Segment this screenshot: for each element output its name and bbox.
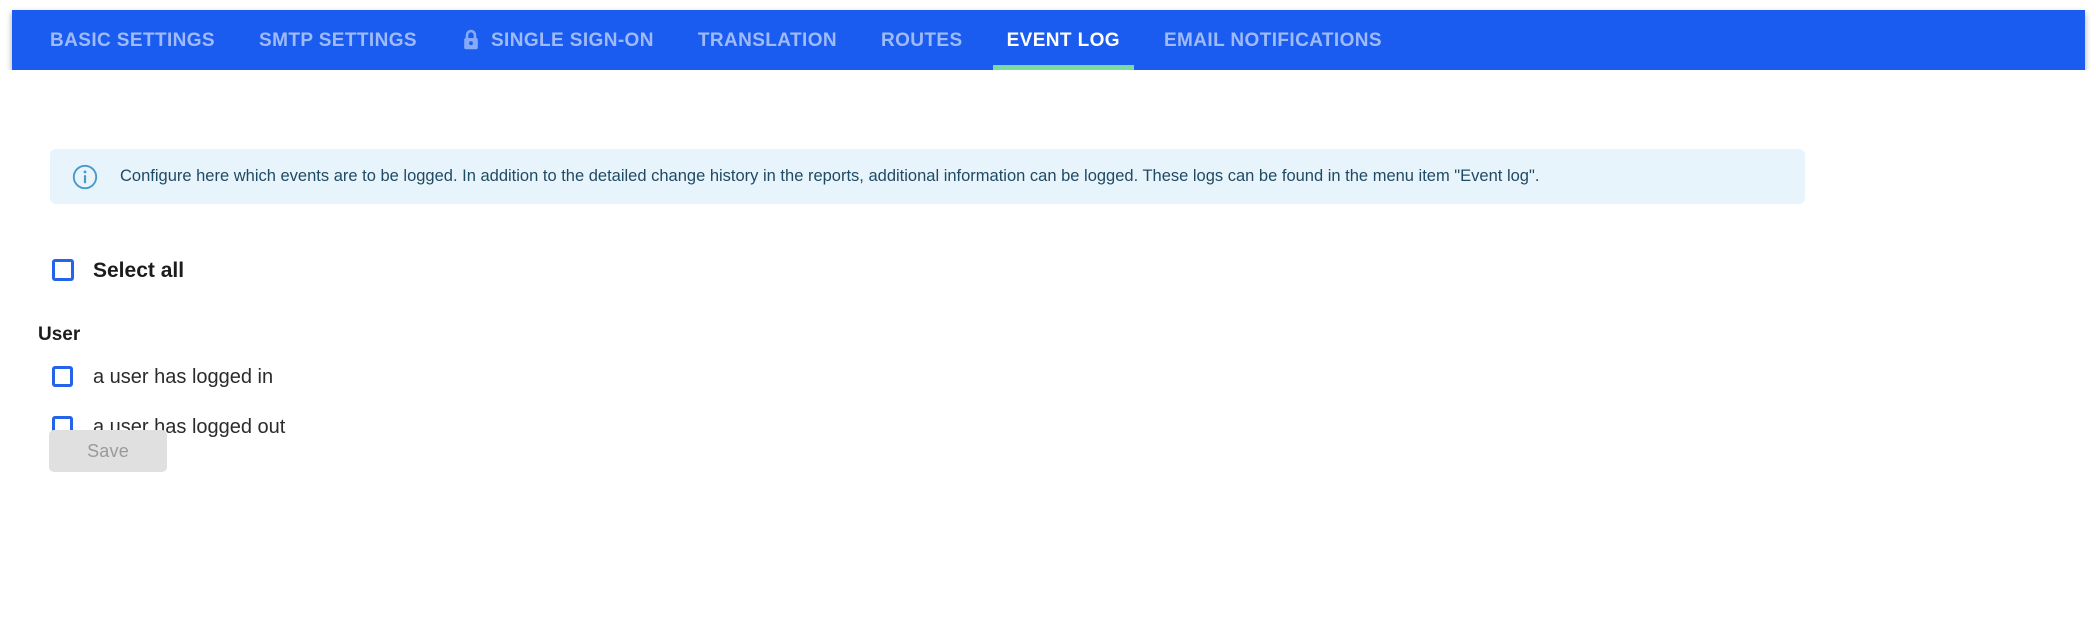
tab-smtp-settings-label: SMTP SETTINGS xyxy=(259,29,417,51)
info-circle-icon xyxy=(72,164,98,190)
select-all-row[interactable]: Select all xyxy=(52,259,184,281)
tab-event-log[interactable]: EVENT LOG xyxy=(985,10,1142,70)
select-all-label: Select all xyxy=(93,258,185,282)
tab-single-sign-on[interactable]: SINGLE SIGN-ON xyxy=(439,10,676,70)
tab-email-notifications[interactable]: EMAIL NOTIFICATIONS xyxy=(1142,10,1404,70)
event-log-settings-panel: Configure here which events are to be lo… xyxy=(0,70,2096,642)
save-button[interactable]: Save xyxy=(49,430,167,472)
select-all-checkbox[interactable] xyxy=(52,259,74,281)
option-row-user-logged-in[interactable]: a user has logged in xyxy=(52,366,273,387)
tab-single-sign-on-label: SINGLE SIGN-ON xyxy=(490,29,654,51)
tab-routes[interactable]: ROUTES xyxy=(859,10,985,70)
tab-email-notifications-label: EMAIL NOTIFICATIONS xyxy=(1163,29,1382,51)
tab-routes-label: ROUTES xyxy=(881,29,963,51)
tab-smtp-settings[interactable]: SMTP SETTINGS xyxy=(237,10,439,70)
settings-tab-bar: BASIC SETTINGS SMTP SETTINGS SINGLE SIGN… xyxy=(12,10,2085,70)
option-label-user-logged-in: a user has logged in xyxy=(93,365,274,388)
info-banner: Configure here which events are to be lo… xyxy=(50,149,1805,204)
tab-basic-settings-label: BASIC SETTINGS xyxy=(50,29,216,51)
lock-icon xyxy=(461,29,481,51)
info-banner-text: Configure here which events are to be lo… xyxy=(120,167,1540,186)
tab-translation-label: TRANSLATION xyxy=(697,29,837,51)
tab-translation[interactable]: TRANSLATION xyxy=(676,10,859,70)
tab-basic-settings[interactable]: BASIC SETTINGS xyxy=(28,10,237,70)
checkbox-user-logged-in[interactable] xyxy=(52,366,73,387)
tab-event-log-label: EVENT LOG xyxy=(1006,29,1120,51)
group-heading-user: User xyxy=(38,324,81,345)
